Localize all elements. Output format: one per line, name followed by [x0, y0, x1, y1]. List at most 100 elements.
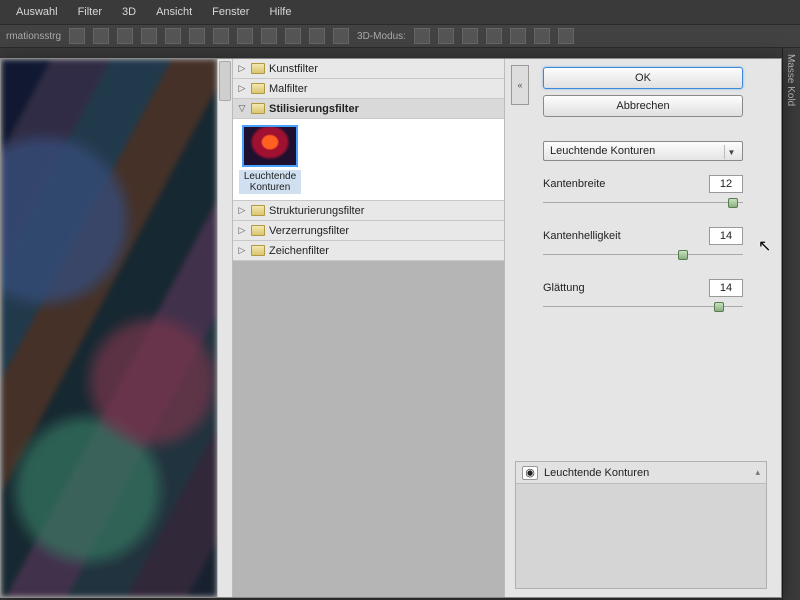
panel-tab[interactable]: Masse Kold: [783, 48, 798, 112]
slider-track: [543, 306, 743, 307]
toolbar-icon[interactable]: [510, 28, 526, 44]
effect-name: Leuchtende Konturen: [544, 467, 649, 479]
slider-handle[interactable]: [728, 198, 738, 208]
tree-label: Malfilter: [269, 83, 308, 95]
param-glaettung: Glättung 14: [543, 279, 767, 313]
toolbar-icon[interactable]: [438, 28, 454, 44]
eye-icon: ◉: [525, 466, 535, 479]
collapse-icon[interactable]: ▽: [237, 103, 247, 114]
tree-label: Verzerrungsfilter: [269, 225, 349, 237]
chevron-down-icon: ▼: [724, 145, 738, 159]
toolbar-icon[interactable]: [534, 28, 550, 44]
menu-fenster[interactable]: Fenster: [202, 2, 259, 22]
slider-track: [543, 202, 743, 203]
ok-button[interactable]: OK: [543, 67, 743, 89]
toolbar-icon[interactable]: [165, 28, 181, 44]
param-label: Glättung: [543, 282, 585, 294]
expand-icon[interactable]: ▷: [237, 245, 247, 256]
slider-kantenbreite[interactable]: [543, 197, 743, 209]
preview-image: [1, 59, 217, 597]
slider-track: [543, 254, 743, 255]
filter-gallery-dialog: ▷ Kunstfilter ▷ Malfilter ▽ Stilisierung…: [0, 58, 782, 598]
scrollbar-thumb[interactable]: [219, 61, 231, 101]
menu-ansicht[interactable]: Ansicht: [146, 2, 202, 22]
right-panel-dock: Masse Kold: [782, 48, 800, 600]
menu-3d[interactable]: 3D: [112, 2, 146, 22]
preview-scrollbar[interactable]: [217, 59, 233, 597]
expand-icon[interactable]: ▷: [237, 205, 247, 216]
folder-icon: [251, 205, 265, 216]
ok-label: OK: [635, 72, 651, 84]
toolbar-left-text: rmationsstrg: [6, 31, 61, 42]
menu-hilfe[interactable]: Hilfe: [259, 2, 301, 22]
tree-item-strukturierungsfilter[interactable]: ▷ Strukturierungsfilter: [233, 201, 504, 221]
menu-auswahl[interactable]: Auswahl: [6, 2, 68, 22]
options-bar: rmationsstrg 3D-Modus:: [0, 24, 800, 48]
slider-handle[interactable]: [678, 250, 688, 260]
tree-item-stilisierungsfilter[interactable]: ▽ Stilisierungsfilter: [233, 99, 504, 119]
slider-kantenhelligkeit[interactable]: [543, 249, 743, 261]
toolbar-icon[interactable]: [333, 28, 349, 44]
filter-thumb-leuchtende-konturen[interactable]: Leuchtende Konturen: [239, 125, 301, 194]
visibility-toggle[interactable]: ◉: [522, 466, 538, 480]
filter-tree: ▷ Kunstfilter ▷ Malfilter ▽ Stilisierung…: [233, 59, 505, 597]
slider-glaettung[interactable]: [543, 301, 743, 313]
filter-thumbnails: Leuchtende Konturen: [233, 119, 504, 201]
toolbar-icon[interactable]: [213, 28, 229, 44]
folder-icon: [251, 225, 265, 236]
param-kantenhelligkeit: Kantenhelligkeit 14: [543, 227, 767, 261]
tree-empty-area: [233, 261, 504, 597]
tree-label: Stilisierungsfilter: [269, 103, 359, 115]
chevron-double-icon: «: [517, 80, 522, 90]
cancel-label: Abbrechen: [616, 100, 669, 112]
expand-icon[interactable]: ▷: [237, 225, 247, 236]
folder-icon: [251, 63, 265, 74]
folder-icon: [251, 103, 265, 114]
toolbar-icon[interactable]: [558, 28, 574, 44]
toolbar-mode-label: 3D-Modus:: [357, 31, 406, 42]
toolbar-icon[interactable]: [462, 28, 478, 44]
tree-item-kunstfilter[interactable]: ▷ Kunstfilter: [233, 59, 504, 79]
chevron-up-icon[interactable]: ▴: [755, 467, 760, 478]
slider-handle[interactable]: [714, 302, 724, 312]
tree-label: Zeichenfilter: [269, 245, 329, 257]
param-value-input[interactable]: 14: [709, 279, 743, 297]
tree-label: Kunstfilter: [269, 63, 318, 75]
effect-stack: ◉ Leuchtende Konturen ▴: [515, 461, 767, 589]
folder-icon: [251, 83, 265, 94]
toolbar-icon[interactable]: [141, 28, 157, 44]
menu-bar: Auswahl Filter 3D Ansicht Fenster Hilfe: [0, 0, 800, 24]
effect-stack-item[interactable]: ◉ Leuchtende Konturen ▴: [516, 462, 766, 484]
toolbar-icon[interactable]: [189, 28, 205, 44]
cancel-button[interactable]: Abbrechen: [543, 95, 743, 117]
filter-controls: « OK Abbrechen Leuchtende Konturen ▼ Kan…: [505, 59, 781, 597]
param-kantenbreite: Kantenbreite 12: [543, 175, 767, 209]
tree-item-malfilter[interactable]: ▷ Malfilter: [233, 79, 504, 99]
toolbar-icon[interactable]: [285, 28, 301, 44]
toolbar-icon[interactable]: [309, 28, 325, 44]
dropdown-value: Leuchtende Konturen: [550, 145, 655, 157]
preview-pane[interactable]: [1, 59, 217, 597]
folder-icon: [251, 245, 265, 256]
tree-item-zeichenfilter[interactable]: ▷ Zeichenfilter: [233, 241, 504, 261]
expand-icon[interactable]: ▷: [237, 63, 247, 74]
param-value-input[interactable]: 12: [709, 175, 743, 193]
param-value-input[interactable]: 14: [709, 227, 743, 245]
param-label: Kantenhelligkeit: [543, 230, 621, 242]
tree-item-verzerrungsfilter[interactable]: ▷ Verzerrungsfilter: [233, 221, 504, 241]
toolbar-icon[interactable]: [486, 28, 502, 44]
toolbar-icon[interactable]: [414, 28, 430, 44]
toolbar-icon[interactable]: [237, 28, 253, 44]
tree-label: Strukturierungsfilter: [269, 205, 364, 217]
toolbar-icon[interactable]: [261, 28, 277, 44]
collapse-tree-button[interactable]: «: [511, 65, 529, 105]
menu-filter[interactable]: Filter: [68, 2, 112, 22]
toolbar-icon[interactable]: [69, 28, 85, 44]
thumb-image: [242, 125, 298, 167]
param-label: Kantenbreite: [543, 178, 605, 190]
filter-preset-dropdown[interactable]: Leuchtende Konturen ▼: [543, 141, 743, 161]
thumb-caption: Leuchtende Konturen: [239, 170, 301, 194]
expand-icon[interactable]: ▷: [237, 83, 247, 94]
toolbar-icon[interactable]: [117, 28, 133, 44]
toolbar-icon[interactable]: [93, 28, 109, 44]
